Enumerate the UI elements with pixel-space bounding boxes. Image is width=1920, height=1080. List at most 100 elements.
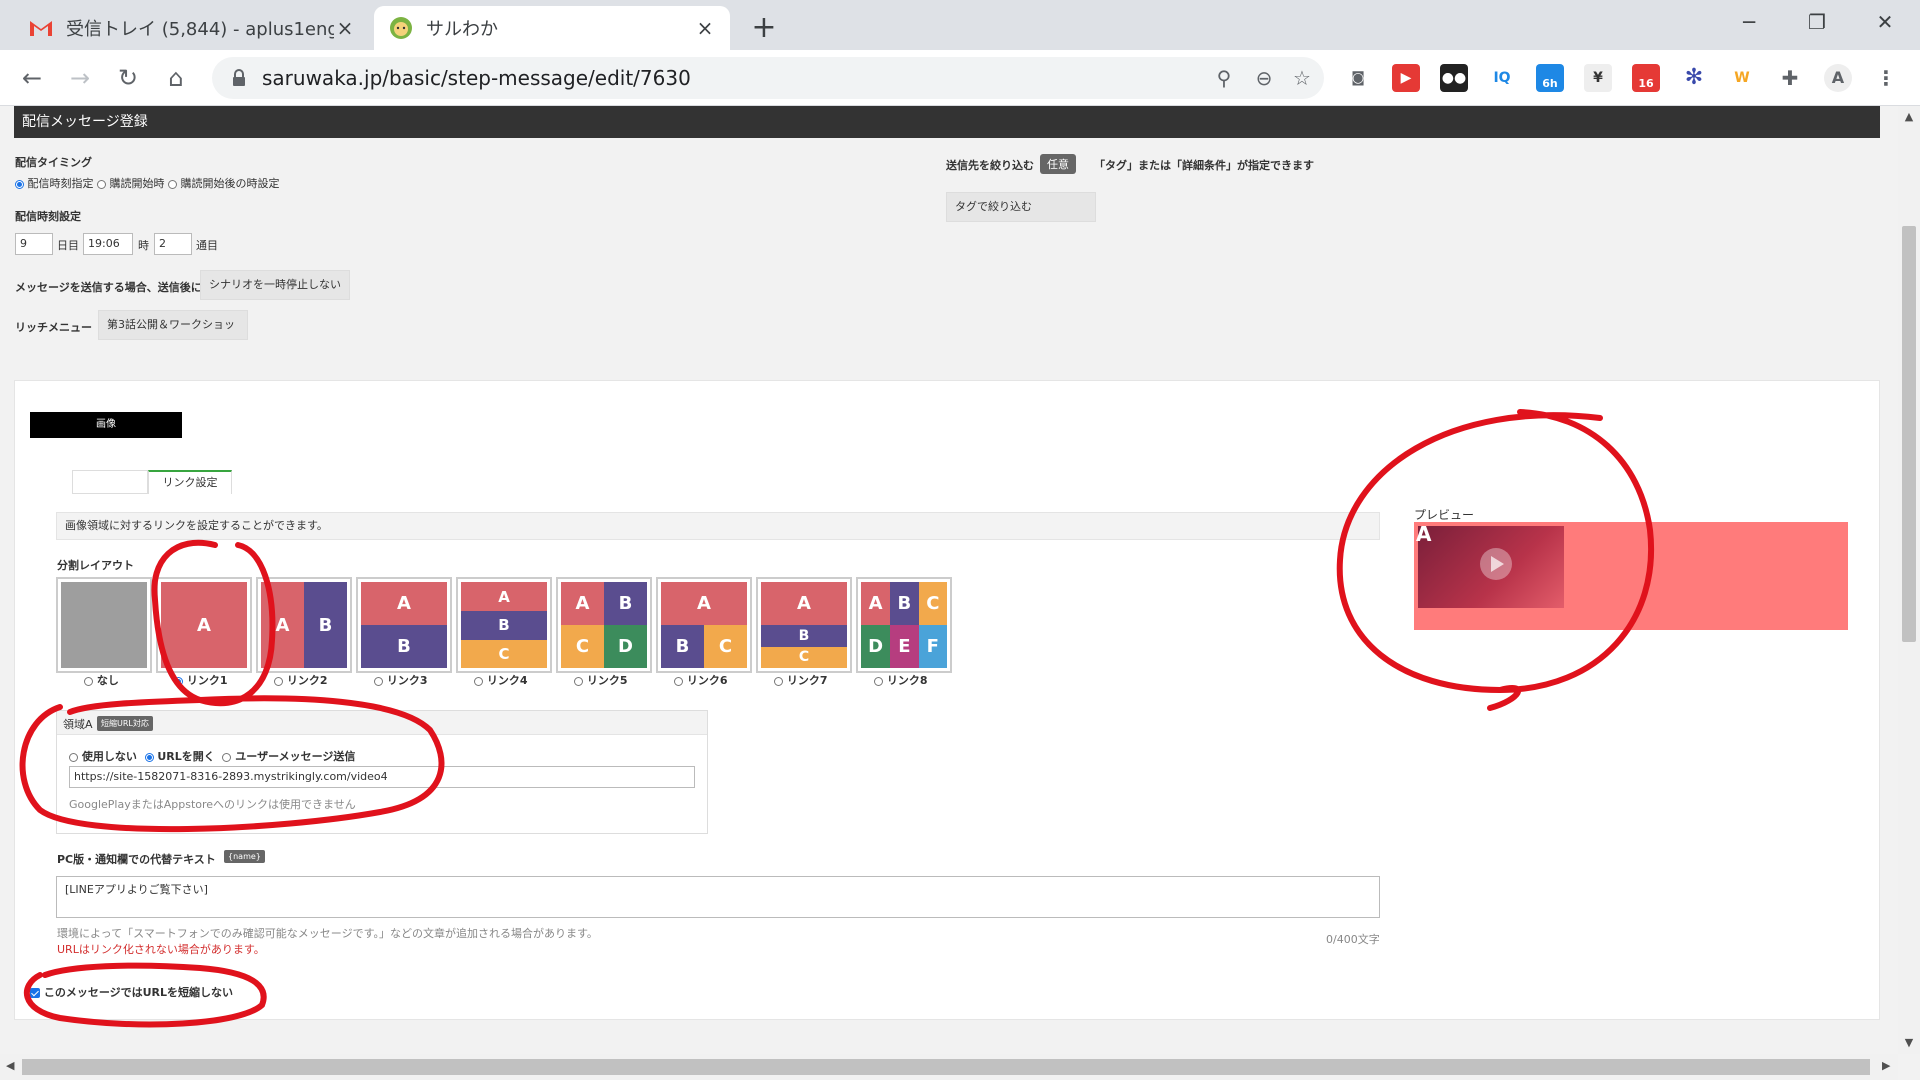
- layout-label-link4[interactable]: リンク4: [474, 672, 528, 688]
- radio-region-message[interactable]: [222, 752, 232, 762]
- shorten-url-checkbox-row[interactable]: このメッセージではURLを短縮しない: [30, 984, 233, 1000]
- layout-label-link6[interactable]: リンク6: [674, 672, 728, 688]
- radio-layout[interactable]: [574, 676, 583, 686]
- layout-label-link2[interactable]: リンク2: [274, 672, 328, 688]
- layout-label-link8[interactable]: リンク8: [874, 672, 928, 688]
- layout-label-link1[interactable]: リンク1: [174, 672, 228, 688]
- shorten-url-checkbox[interactable]: [30, 988, 40, 998]
- layout-option-link7[interactable]: A B C: [756, 577, 852, 673]
- scroll-down-icon[interactable]: ▼: [1898, 1036, 1920, 1049]
- time-input[interactable]: 19:06: [83, 233, 133, 255]
- scroll-up-icon[interactable]: ▲: [1898, 110, 1920, 123]
- scrollbar-thumb[interactable]: [1902, 226, 1916, 642]
- tag-filter-button[interactable]: タグで絞り込む: [946, 192, 1096, 222]
- layout-option-link3[interactable]: A B: [356, 577, 452, 673]
- segment-f: F: [918, 625, 947, 668]
- youtube-ext-icon[interactable]: ▶: [1392, 64, 1420, 92]
- segment-a: A: [261, 582, 304, 668]
- layout-option-label: なし: [96, 674, 119, 687]
- puzzle-icon[interactable]: ✚: [1776, 64, 1804, 92]
- radio-layout[interactable]: [274, 676, 283, 686]
- zoom-out-icon[interactable]: ⊖: [1252, 66, 1276, 90]
- layout-option-link5[interactable]: A B C D: [556, 577, 652, 673]
- region-option-label: ユーザーメッセージ送信: [235, 750, 356, 763]
- image-button[interactable]: 画像: [30, 412, 182, 438]
- segment-b: B: [890, 582, 919, 625]
- bookmark-star-icon[interactable]: ☆: [1290, 66, 1314, 90]
- minimize-button[interactable]: ─: [1718, 0, 1780, 44]
- layout-label-link5[interactable]: リンク5: [574, 672, 628, 688]
- layout-option-link1[interactable]: A: [156, 577, 252, 673]
- timing-option-label: 購読開始後の時設定: [180, 177, 280, 190]
- filter-note: 「タグ」または「詳細条件」が指定できます: [1094, 159, 1314, 172]
- radio-layout[interactable]: [874, 676, 883, 686]
- glasses-ext-icon[interactable]: ●●: [1440, 64, 1468, 92]
- segment-b: B: [461, 611, 547, 640]
- radio-layout[interactable]: [374, 676, 383, 686]
- radio-timing-after[interactable]: [168, 179, 177, 189]
- reload-icon[interactable]: ↻: [110, 60, 146, 96]
- layout-option-link8[interactable]: A B C D E F: [856, 577, 952, 673]
- week-input[interactable]: 2: [154, 233, 192, 255]
- screenshot-ext-icon[interactable]: ◙: [1344, 64, 1372, 92]
- layout-label-none[interactable]: なし: [84, 672, 119, 688]
- profile-avatar[interactable]: A: [1824, 64, 1852, 92]
- address-bar[interactable]: saruwaka.jp/basic/step-message/edit/7630…: [212, 57, 1324, 99]
- pause-select[interactable]: シナリオを一時停止しない: [200, 270, 350, 300]
- tab-image-settings[interactable]: [72, 470, 148, 494]
- horizontal-scrollbar[interactable]: ◀ ▶: [0, 1054, 1898, 1080]
- layout-option-none[interactable]: [56, 577, 152, 673]
- forward-icon[interactable]: →: [62, 60, 98, 96]
- yen-ext-icon[interactable]: ¥: [1584, 64, 1612, 92]
- tab-link-settings[interactable]: リンク設定: [148, 470, 232, 494]
- day-unit: 日目: [57, 239, 79, 252]
- radio-timing-subscribe[interactable]: [97, 179, 106, 189]
- back-icon[interactable]: ←: [14, 60, 50, 96]
- day-input[interactable]: 9: [15, 233, 53, 255]
- radio-layout[interactable]: [774, 676, 783, 686]
- segment-a: A: [861, 582, 891, 625]
- radio-layout[interactable]: [474, 676, 483, 686]
- rich-menu-select[interactable]: 第3話公開＆ワークショッ: [98, 310, 248, 340]
- snowflake-ext-icon[interactable]: ✻: [1680, 64, 1708, 92]
- tab-gmail[interactable]: 受信トレイ (5,844) - aplus1english ×: [14, 6, 370, 50]
- layout-label-link7[interactable]: リンク7: [774, 672, 828, 688]
- radio-region-none[interactable]: [69, 752, 78, 762]
- region-url-input[interactable]: https://site-1582071-8316-2893.mystrikin…: [69, 766, 695, 788]
- layout-option-label: リンク6: [686, 674, 728, 687]
- scrollbar-thumb[interactable]: [22, 1059, 1870, 1075]
- timer-ext-icon[interactable]: 6h: [1536, 64, 1564, 92]
- alt-text-textarea[interactable]: [LINEアプリよりご覧下さい]: [56, 876, 1380, 918]
- alt-text-hint: 環境によって「スマートフォンでのみ確認可能なメッセージです。」などの文章が追加さ…: [57, 927, 598, 940]
- layout-option-link2[interactable]: A B: [256, 577, 352, 673]
- alt-text-warning: URLはリンク化されない場合があります。: [57, 943, 265, 956]
- layout-label-link3[interactable]: リンク3: [374, 672, 428, 688]
- radio-layout[interactable]: [174, 676, 183, 686]
- menu-kebab-icon[interactable]: ⋮: [1872, 64, 1900, 92]
- close-icon[interactable]: ×: [334, 17, 356, 39]
- vertical-scrollbar[interactable]: ▲ ▼: [1898, 106, 1920, 1054]
- layout-option-link6[interactable]: A B C: [656, 577, 752, 673]
- home-icon[interactable]: ⌂: [158, 60, 194, 96]
- layout-option-link4[interactable]: A B C: [456, 577, 552, 673]
- close-icon[interactable]: ×: [694, 17, 716, 39]
- scroll-left-icon[interactable]: ◀: [6, 1059, 14, 1072]
- todo-ext-icon[interactable]: 16: [1632, 64, 1660, 92]
- w-ext-icon[interactable]: W: [1728, 64, 1756, 92]
- radio-timing-specified[interactable]: [15, 179, 24, 189]
- tab-saruwaka[interactable]: サルわか ×: [374, 6, 730, 50]
- radio-layout[interactable]: [84, 676, 93, 686]
- scroll-right-icon[interactable]: ▶: [1882, 1059, 1890, 1072]
- segment-a: A: [361, 582, 447, 625]
- close-window-button[interactable]: ✕: [1854, 0, 1916, 44]
- location-icon[interactable]: ⚲: [1212, 66, 1236, 90]
- radio-region-url[interactable]: [144, 752, 154, 762]
- segment-a: A: [661, 582, 747, 625]
- shorturl-badge: 短縮URL対応: [97, 716, 153, 731]
- lock-icon: [228, 67, 250, 89]
- radio-layout[interactable]: [674, 676, 683, 686]
- new-tab-button[interactable]: +: [746, 10, 782, 46]
- region-action-options: 使用しない URLを開く ユーザーメッセージ送信: [69, 748, 355, 764]
- iq-ext-icon[interactable]: IQ: [1488, 64, 1516, 92]
- restore-button[interactable]: ❐: [1786, 0, 1848, 44]
